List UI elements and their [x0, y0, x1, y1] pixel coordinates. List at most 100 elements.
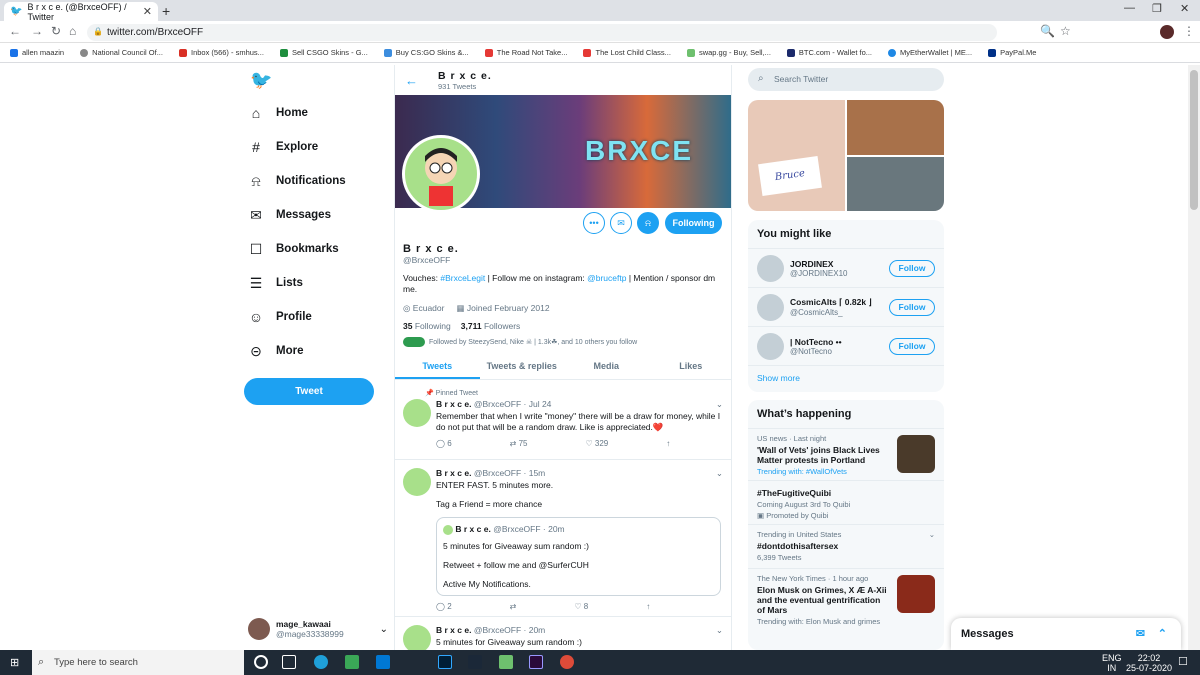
- tweet[interactable]: ⌄ B r x c e. @BrxceOFF · 20m 5 minutes f…: [395, 619, 731, 650]
- quoted-tweet[interactable]: B r x c e. @BrxceOFF · 20m 5 minutes for…: [436, 517, 721, 596]
- tweet[interactable]: ⌄ B r x c e. @BrxceOFF · 15m ENTER FAST.…: [395, 462, 731, 617]
- tab-tweets-replies[interactable]: Tweets & replies: [480, 353, 565, 379]
- suggestion[interactable]: CosmicAlts ⌈ 0.82k ⌋ @CosmicAlts_ Follow: [748, 287, 944, 326]
- browser-tab[interactable]: 🐦 B r x c e. (@BrxceOFF) / Twitter ✕: [4, 2, 158, 22]
- tab-likes[interactable]: Likes: [649, 353, 732, 379]
- media-grid[interactable]: Bruce: [748, 100, 944, 211]
- language-label[interactable]: ENG: [1102, 653, 1122, 663]
- after-effects-icon[interactable]: [529, 655, 543, 669]
- clock-date[interactable]: 25-07-2020: [1126, 663, 1172, 673]
- avatar[interactable]: [403, 399, 431, 427]
- followed-by[interactable]: Followed by SteezySend, Nike ☠ | 1.3k☘, …: [403, 336, 725, 347]
- chrome-icon[interactable]: [560, 655, 574, 669]
- task-view-icon[interactable]: [282, 655, 296, 669]
- browser-menu-icon[interactable]: ⋮: [1183, 24, 1195, 38]
- back-icon[interactable]: ←: [9, 24, 21, 38]
- star-icon[interactable]: ☆: [1060, 24, 1071, 38]
- like-button[interactable]: ♡ 329: [585, 439, 608, 448]
- tweet-author[interactable]: B r x c e.: [436, 625, 471, 635]
- region-label[interactable]: IN: [1102, 663, 1122, 673]
- minimize-icon[interactable]: —: [1124, 2, 1135, 14]
- mail-icon[interactable]: [376, 655, 390, 669]
- media-thumbnail[interactable]: [847, 100, 944, 155]
- nav-notifications[interactable]: ⍾ Notifications: [244, 164, 384, 198]
- reply-button[interactable]: ◯ 2: [436, 602, 452, 611]
- account-switcher[interactable]: mage_kawaai @mage33338999 ⌄: [248, 616, 388, 642]
- avatar[interactable]: [403, 625, 431, 650]
- tab-media[interactable]: Media: [564, 353, 649, 379]
- expand-icon[interactable]: ⌃: [1158, 627, 1167, 640]
- notifications-bell-icon[interactable]: ⍾: [637, 212, 659, 234]
- messages-drawer[interactable]: Messages ✉ ⌃: [951, 618, 1181, 650]
- reply-button[interactable]: ◯ 6: [436, 439, 452, 448]
- close-window-icon[interactable]: ✕: [1180, 2, 1189, 15]
- following-button[interactable]: Following: [665, 212, 722, 234]
- retweet-button[interactable]: ⇄ 75: [510, 439, 528, 448]
- new-message-icon[interactable]: ✉: [1136, 627, 1145, 640]
- bookmark[interactable]: The Lost Child Class...: [583, 48, 671, 57]
- show-more-link[interactable]: Show more: [748, 365, 944, 390]
- tab-tweets[interactable]: Tweets: [395, 353, 480, 379]
- profile-avatar[interactable]: [402, 135, 480, 213]
- trend-item[interactable]: US news · Last night 'Wall of Vets' join…: [748, 428, 944, 480]
- like-button[interactable]: ♡ 8: [574, 602, 588, 611]
- photoshop-icon[interactable]: [438, 655, 452, 669]
- followers-count[interactable]: 3,711 Followers: [461, 321, 521, 331]
- new-tab-icon[interactable]: +: [162, 3, 170, 19]
- tweet-author[interactable]: B r x c e.: [436, 468, 471, 478]
- cortana-icon[interactable]: [254, 655, 268, 669]
- edge-icon[interactable]: [314, 655, 328, 669]
- bookmark[interactable]: National Council Of...: [80, 48, 163, 57]
- home-icon[interactable]: ⌂: [69, 24, 76, 38]
- scrollbar-thumb[interactable]: [1190, 70, 1198, 210]
- bookmark[interactable]: swap.gg - Buy, Sell,...: [686, 48, 771, 57]
- trend-item[interactable]: The New York Times · 1 hour ago Elon Mus…: [748, 568, 944, 631]
- close-tab-icon[interactable]: ✕: [143, 5, 152, 18]
- app-icon[interactable]: [499, 655, 513, 669]
- suggestion[interactable]: | NotTecno •• @NotTecno Follow: [748, 326, 944, 365]
- more-options-icon[interactable]: •••: [583, 212, 605, 234]
- bookmark[interactable]: allen maazin: [10, 48, 64, 57]
- message-icon[interactable]: ✉: [610, 212, 632, 234]
- profile-avatar[interactable]: [1160, 25, 1174, 39]
- nav-explore[interactable]: # Explore: [244, 130, 384, 164]
- windows-start-icon[interactable]: ⊞: [10, 656, 19, 669]
- forward-icon[interactable]: →: [31, 24, 43, 38]
- nav-messages[interactable]: ✉ Messages: [244, 198, 384, 232]
- maximize-icon[interactable]: ❐: [1152, 2, 1162, 15]
- bio-hashtag-link[interactable]: #BrxceLegit: [440, 273, 485, 283]
- url-input[interactable]: twitter.com/BrxceOFF: [87, 24, 997, 41]
- bookmark[interactable]: MyEtherWallet | ME...: [888, 48, 972, 57]
- follow-button[interactable]: Follow: [889, 259, 935, 277]
- media-thumbnail[interactable]: Bruce: [748, 100, 845, 211]
- trend-item[interactable]: #TheFugitiveQuibi Coming August 3rd To Q…: [748, 480, 944, 524]
- store-icon[interactable]: [345, 655, 359, 669]
- media-thumbnail[interactable]: [847, 157, 944, 211]
- nav-more[interactable]: ⊝ More: [244, 334, 384, 368]
- follow-button[interactable]: Follow: [889, 298, 935, 316]
- bookmark[interactable]: BTC.com - Wallet fo...: [786, 48, 872, 57]
- follow-button[interactable]: Follow: [889, 337, 935, 355]
- search-input[interactable]: Search Twitter: [748, 68, 944, 91]
- retweet-button[interactable]: ⇄: [510, 602, 517, 611]
- back-arrow-icon[interactable]: ←: [405, 73, 418, 88]
- bookmark[interactable]: Inbox (566) - smhus...: [178, 48, 264, 57]
- action-center-icon[interactable]: ☐: [1178, 655, 1188, 668]
- trend-item[interactable]: Trending in United States ⌄ #dontdothisa…: [748, 524, 944, 568]
- clock-time[interactable]: 22:02: [1126, 653, 1172, 663]
- zoom-icon[interactable]: 🔍: [1040, 24, 1055, 38]
- bookmark[interactable]: The Road Not Take...: [484, 48, 567, 57]
- bio-mention-link[interactable]: @bruceftp: [587, 273, 626, 283]
- avatar[interactable]: [403, 468, 431, 496]
- taskbar-search-input[interactable]: Type here to search: [32, 650, 244, 675]
- chevron-down-icon[interactable]: ⌄: [929, 530, 935, 539]
- following-count[interactable]: 35 Following: [403, 321, 451, 331]
- suggestion[interactable]: JORDINEX @JORDINEX10 Follow: [748, 248, 944, 287]
- nav-bookmarks[interactable]: ☐ Bookmarks: [244, 232, 384, 266]
- tweet-button[interactable]: Tweet: [244, 378, 374, 405]
- tweet[interactable]: 📌 Pinned Tweet ⌄ B r x c e. @BrxceOFF · …: [395, 385, 731, 460]
- tweet-author[interactable]: B r x c e.: [436, 399, 471, 409]
- twitter-logo-icon[interactable]: 🐦: [250, 70, 272, 91]
- bookmark[interactable]: PayPal.Me: [988, 48, 1036, 57]
- nav-lists[interactable]: ☰ Lists: [244, 266, 384, 300]
